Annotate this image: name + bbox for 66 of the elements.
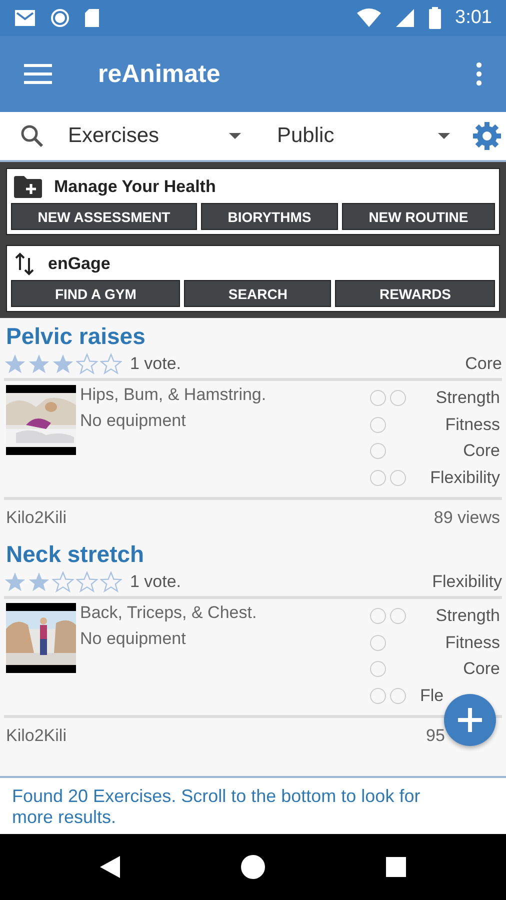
equipment-label: No equipment	[80, 629, 187, 649]
wifi-icon	[357, 8, 382, 28]
tag-label: Core	[462, 441, 500, 462]
muscle-groups: Back, Triceps, & Chest.	[80, 603, 370, 623]
equipment-label: No equipment	[80, 411, 187, 431]
radio-button[interactable]	[390, 470, 406, 486]
back-icon[interactable]	[100, 856, 120, 878]
tag-label: Fitness	[444, 632, 500, 653]
search-icon[interactable]	[20, 124, 44, 148]
radio-button[interactable]	[370, 390, 386, 406]
tag-label: Fitness	[444, 414, 500, 435]
caret-icon	[229, 133, 241, 139]
tag-label: Strength	[434, 606, 500, 626]
menu-icon[interactable]	[24, 64, 52, 84]
radio-button[interactable]	[390, 390, 406, 406]
settings-icon[interactable]	[472, 121, 502, 151]
swap-arrows-icon	[14, 252, 36, 276]
plus-icon	[457, 707, 483, 733]
folder-plus-icon	[14, 176, 42, 198]
app-title: reAnimate	[98, 60, 222, 88]
radio-button[interactable]	[370, 443, 386, 460]
exercise-title[interactable]: Neck stretch	[4, 536, 502, 568]
circle-icon	[50, 8, 70, 28]
add-button[interactable]	[444, 694, 496, 746]
vote-count: 1 vote.	[130, 572, 182, 592]
radio-button[interactable]	[370, 470, 386, 486]
more-icon[interactable]	[476, 62, 482, 86]
tag-label: Flexibility	[429, 468, 500, 488]
recents-icon[interactable]	[386, 857, 406, 877]
radio-button[interactable]	[390, 608, 406, 624]
view-count: 89 views	[432, 508, 500, 528]
action-button[interactable]: NEW ASSESSMENT	[11, 203, 197, 230]
filter-dropdown[interactable]: Public	[263, 124, 462, 148]
view-count: 95	[426, 726, 446, 746]
radio-button[interactable]	[370, 688, 386, 704]
action-button[interactable]: SEARCH	[184, 280, 332, 307]
radio-button[interactable]	[390, 688, 406, 704]
action-button[interactable]: FIND A GYM	[11, 280, 180, 307]
battery-icon	[429, 7, 442, 29]
caret-icon	[438, 133, 450, 139]
exercise-title[interactable]: Pelvic raises	[4, 318, 502, 350]
author-name: Kilo2Kili	[6, 726, 66, 746]
category-label: Flexibility	[432, 572, 502, 592]
action-button[interactable]: BIORYTHMS	[200, 203, 338, 230]
author-name: Kilo2Kili	[6, 508, 66, 528]
mail-icon	[14, 8, 36, 28]
results-message: Found 20 Exercises. Scroll to the bottom to look for more results.	[0, 776, 506, 834]
muscle-groups: Hips, Bum, & Hamstring.	[80, 385, 370, 405]
radio-button[interactable]	[370, 416, 386, 433]
radio-button[interactable]	[370, 608, 386, 624]
vote-count: 1 vote.	[130, 354, 182, 374]
radio-button[interactable]	[370, 661, 386, 678]
tag-label: Core	[462, 659, 500, 680]
action-button[interactable]: REWARDS	[335, 280, 495, 307]
signal-icon	[395, 8, 416, 28]
tag-label: Fle	[420, 686, 445, 706]
home-icon[interactable]	[240, 855, 265, 879]
filter-dropdown[interactable]: Exercises	[54, 124, 253, 148]
sd-card-icon	[84, 8, 100, 28]
tag-label: Strength	[434, 388, 500, 408]
category-label: Core	[465, 354, 502, 374]
action-button[interactable]: NEW ROUTINE	[342, 203, 495, 230]
card-title: Manage Your Health	[54, 177, 216, 197]
radio-button[interactable]	[370, 634, 386, 651]
status-time: 3:01	[455, 7, 492, 29]
card-title: enGage	[48, 254, 110, 274]
